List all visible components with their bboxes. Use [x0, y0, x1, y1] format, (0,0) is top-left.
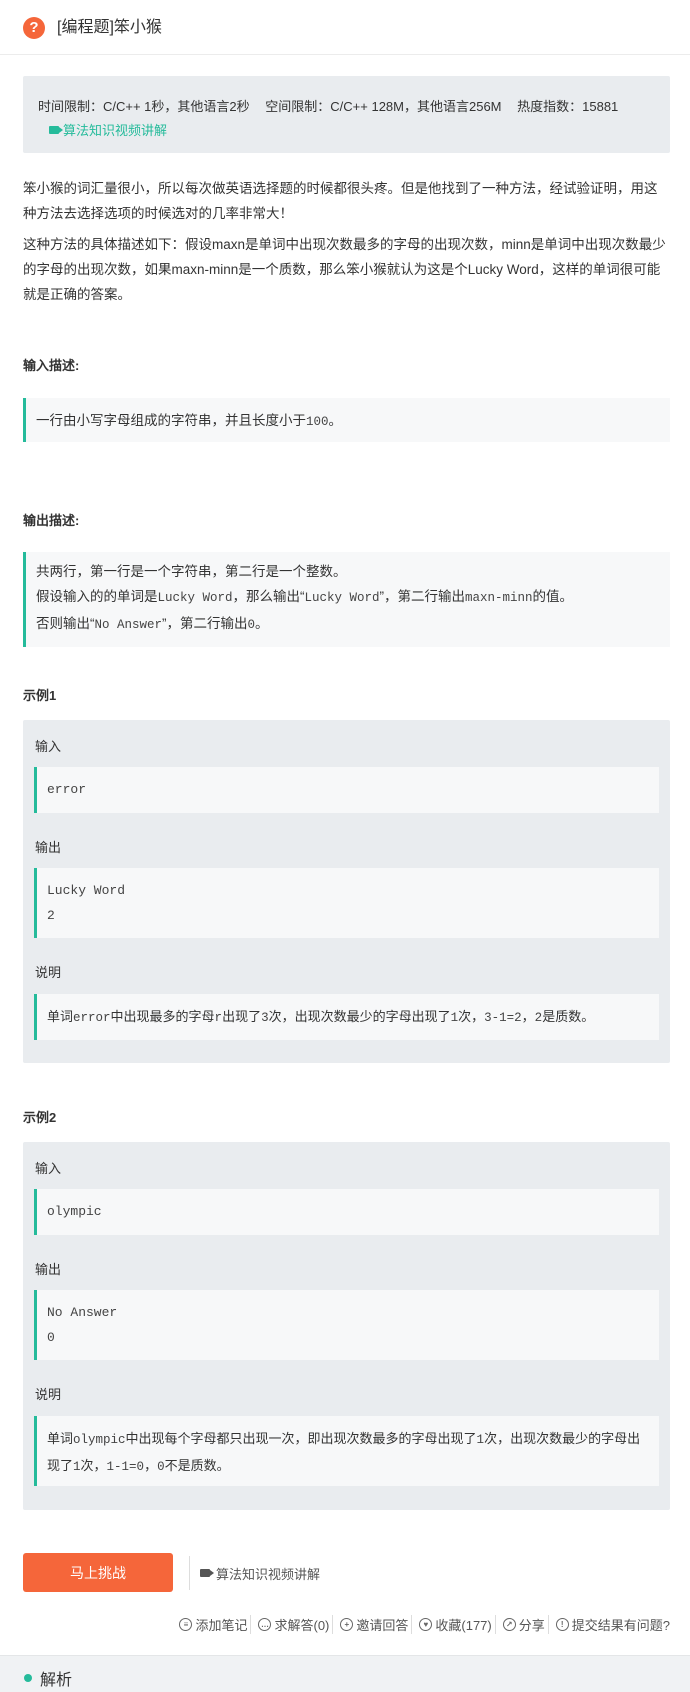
analysis-dot-icon	[24, 1674, 32, 1682]
analysis-heading: 解析	[24, 1666, 72, 1690]
input-desc-heading: 输入描述:	[23, 358, 80, 373]
example1-explain: 单词error中出现最多的字母r出现了3次，出现次数最少的字母出现了1次，3-1…	[34, 994, 659, 1040]
analysis-section	[0, 1655, 690, 1692]
video-camera-icon	[200, 1569, 214, 1577]
limits-line: 时间限制：C/C++ 1秒，其他语言2秒 空间限制：C/C++ 128M，其他语…	[38, 96, 630, 115]
share-button[interactable]: ↗ 分享	[500, 1615, 549, 1634]
analysis-label: 解析	[40, 1672, 73, 1689]
example2-output-line-2: 0	[47, 1330, 55, 1345]
video-explain-label: 算法知识视频讲解	[63, 123, 168, 138]
example1-output: Lucky Word 2	[34, 868, 659, 938]
ask-answer-button[interactable]: … 求解答(0)	[255, 1615, 334, 1634]
output-desc-line-3: 否则输出“No Answer”，第二行输出0。	[36, 616, 269, 632]
output-desc-line-2: 假设输入的的单词是Lucky Word，那么输出“Lucky Word”，第二行…	[36, 589, 574, 605]
comment-icon: …	[258, 1618, 272, 1631]
example1-panel: 输入 error 输出 Lucky Word 2 说明 单词error中出现最多…	[23, 720, 670, 1063]
invite-answer-button[interactable]: + 邀请回答	[337, 1615, 413, 1634]
input-desc-box: 一行由小写字母组成的字符串，并且长度小于100。	[23, 398, 670, 442]
example1-explain-label: 说明	[35, 965, 62, 980]
heart-icon: ♥	[419, 1618, 433, 1631]
start-challenge-button[interactable]: 马上挑战	[23, 1553, 173, 1592]
output-desc-box: 共两行，第一行是一个字符串，第二行是一个整数。 假设输入的的单词是Lucky W…	[23, 552, 670, 647]
limits-panel: 时间限制：C/C++ 1秒，其他语言2秒 空间限制：C/C++ 128M，其他语…	[23, 76, 670, 153]
video-camera-icon	[49, 125, 63, 134]
video-explain-link-bottom[interactable]: 算法知识视频讲解	[189, 1556, 320, 1590]
example1-output-label: 输出	[35, 840, 62, 855]
example1-heading: 示例1	[23, 688, 57, 703]
question-circle-icon: ?	[23, 17, 45, 39]
input-desc-end: 。	[328, 413, 343, 428]
invite-icon: +	[340, 1618, 354, 1631]
output-desc-line-1: 共两行，第一行是一个字符串，第二行是一个整数。	[36, 564, 347, 579]
example1-output-line-2: 2	[47, 908, 55, 923]
example2-explain: 单词olympic中出现每个字母都只出现一次，即出现次数最多的字母出现了1次，出…	[34, 1416, 659, 1486]
time-limit: 时间限制：C/C++ 1秒，其他语言2秒	[38, 99, 250, 114]
example2-heading: 示例2	[23, 1110, 57, 1125]
alert-icon: !	[555, 1618, 569, 1631]
description-paragraph-1: 笨小猴的词汇量很小，所以每次做英语选择题的时候都很头疼。但是他找到了一种方法，经…	[23, 181, 658, 221]
favorite-button[interactable]: ♥ 收藏(177)	[416, 1615, 496, 1634]
example2-output-label: 输出	[35, 1262, 62, 1277]
description-paragraph-2: 这种方法的具体描述如下：假设maxn是单词中出现次数最多的字母的出现次数，min…	[23, 237, 666, 302]
example1-input-label: 输入	[35, 739, 62, 754]
input-desc-text: 一行由小写字母组成的字符串，并且长度小于	[36, 413, 306, 428]
share-icon: ↗	[502, 1618, 516, 1631]
video-explain-label-bottom: 算法知识视频讲解	[216, 1566, 321, 1582]
example2-input: olympic	[34, 1189, 659, 1235]
example2-output-line-1: No Answer	[47, 1305, 118, 1320]
heat-index: 热度指数：15881	[517, 99, 619, 114]
output-desc-heading: 输出描述:	[23, 513, 80, 528]
example2-input-label: 输入	[35, 1161, 62, 1176]
example2-explain-label: 说明	[35, 1387, 62, 1402]
page-header: ? [编程题]笨小猴	[0, 0, 690, 55]
input-desc-length: 100	[306, 415, 329, 429]
video-explain-link[interactable]: 算法知识视频讲解	[49, 120, 167, 139]
add-note-button[interactable]: ≡ 添加笔记	[176, 1615, 252, 1634]
note-icon: ≡	[179, 1618, 193, 1631]
action-bar: ≡ 添加笔记 … 求解答(0) + 邀请回答 ♥ 收藏(177) ↗ 分享 ! 提交结果有问…	[176, 1615, 673, 1634]
example2-panel: 输入 olympic 输出 No Answer 0 说明 单词olympic中出…	[23, 1142, 670, 1510]
example2-output: No Answer 0	[34, 1290, 659, 1360]
example1-input: error	[34, 767, 659, 813]
report-issue-button[interactable]: ! 提交结果有问题?	[553, 1615, 673, 1634]
space-limit: 空间限制：C/C++ 128M，其他语言256M	[265, 99, 502, 114]
page-title: [编程题]笨小猴	[57, 19, 162, 36]
example1-output-line-1: Lucky Word	[47, 883, 126, 898]
